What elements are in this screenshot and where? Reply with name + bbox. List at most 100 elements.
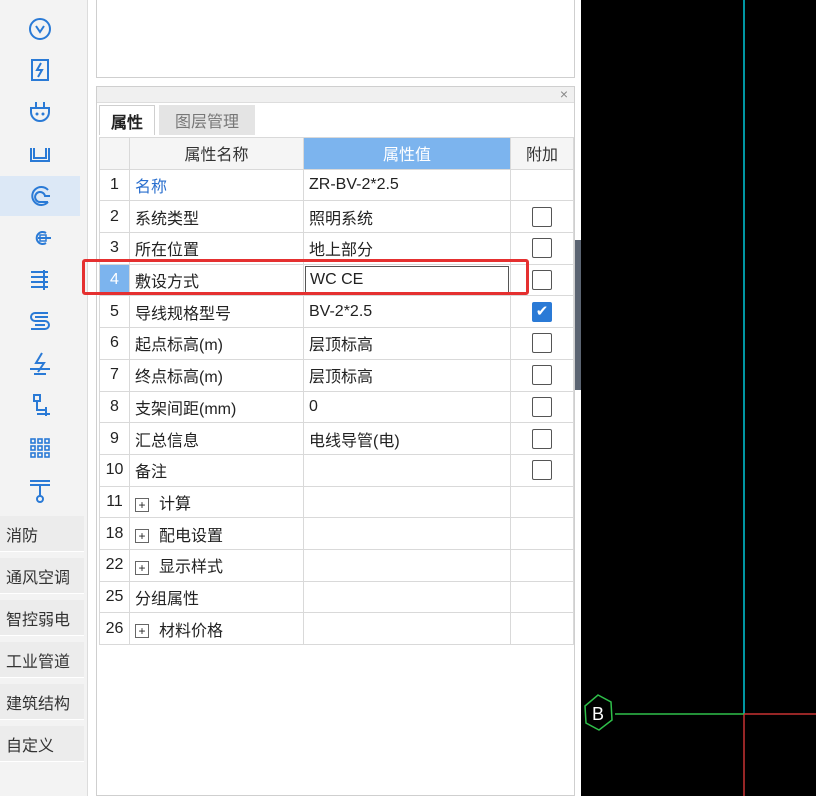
- property-name: 系统类型: [135, 210, 200, 228]
- property-value-cell[interactable]: 照明系统: [303, 200, 511, 234]
- property-value-cell[interactable]: 层顶标高: [303, 327, 511, 360]
- property-name-cell[interactable]: 系统类型: [129, 200, 304, 234]
- property-value-cell[interactable]: [303, 485, 511, 519]
- category-hvac[interactable]: 通风空调: [0, 558, 84, 594]
- property-table: 属性名称 属性值 附加 1 名称 ZR-BV-2*2.5 2 系统类型 照明系统 3 所在位置…: [99, 137, 574, 645]
- attach-cell: [510, 548, 574, 582]
- attach-checkbox[interactable]: [532, 333, 552, 354]
- property-value-cell[interactable]: 层顶标高: [303, 358, 511, 392]
- table-row[interactable]: 26 + 材料价格: [99, 612, 574, 645]
- property-name-cell[interactable]: + 计算: [129, 485, 304, 519]
- property-name: 材料价格: [159, 622, 224, 640]
- expand-icon[interactable]: +: [135, 497, 149, 512]
- attach-checkbox[interactable]: [532, 365, 552, 386]
- upper-empty-panel: [96, 0, 575, 78]
- property-name-cell[interactable]: 支架间距(mm): [129, 390, 304, 424]
- attach-cell: [510, 327, 574, 360]
- tray-icon[interactable]: [0, 134, 80, 174]
- property-value-cell[interactable]: [303, 548, 511, 582]
- cad-canvas[interactable]: B: [581, 0, 816, 796]
- wire-icon[interactable]: [0, 176, 80, 216]
- attach-cell: [510, 390, 574, 424]
- attach-checkbox[interactable]: [532, 460, 552, 481]
- property-value: 地上部分: [309, 242, 374, 260]
- category-fire[interactable]: 消防: [0, 516, 84, 552]
- category-low-voltage[interactable]: 智控弱电: [0, 600, 84, 636]
- conduit-icon[interactable]: [0, 218, 80, 258]
- busbar-icon[interactable]: [0, 260, 80, 300]
- expand-icon[interactable]: +: [135, 529, 149, 544]
- property-value-cell[interactable]: [303, 580, 511, 614]
- property-name-cell[interactable]: 分组属性: [129, 580, 304, 614]
- table-row[interactable]: 10 备注: [99, 453, 574, 487]
- expand-icon[interactable]: +: [135, 624, 149, 639]
- attach-checkbox[interactable]: [532, 396, 552, 417]
- property-value-cell[interactable]: 0: [303, 390, 511, 424]
- attach-checkbox[interactable]: [532, 238, 552, 259]
- table-row[interactable]: 18 + 配电设置: [99, 517, 574, 550]
- header-index: [99, 137, 130, 170]
- header-property-name[interactable]: 属性名称: [129, 137, 304, 170]
- property-value: 层顶标高: [309, 337, 374, 355]
- property-name-cell[interactable]: 导线规格型号: [129, 295, 304, 329]
- expand-icon[interactable]: +: [135, 561, 149, 576]
- table-row[interactable]: 1 名称 ZR-BV-2*2.5: [99, 168, 574, 202]
- table-row[interactable]: 2 系统类型 照明系统: [99, 200, 574, 234]
- property-name-cell[interactable]: + 材料价格: [129, 612, 304, 645]
- table-row[interactable]: 7 终点标高(m) 层顶标高: [99, 358, 574, 392]
- header-property-value[interactable]: 属性值: [303, 137, 511, 170]
- grounding-icon[interactable]: [0, 344, 80, 384]
- property-value: 照明系统: [309, 210, 374, 228]
- row-index: 10: [99, 453, 130, 487]
- row-index: 26: [99, 612, 130, 645]
- plug-icon[interactable]: [0, 92, 80, 132]
- tab-properties[interactable]: 属性: [99, 105, 155, 135]
- attach-cell: ✔: [510, 295, 574, 329]
- property-name-cell[interactable]: + 配电设置: [129, 517, 304, 550]
- grid-icon[interactable]: [0, 428, 80, 468]
- coil-icon[interactable]: [0, 302, 80, 342]
- attach-checkbox[interactable]: [532, 270, 552, 291]
- left-toolbar: 消防 通风空调 智控弱电 工业管道 建筑结构 自定义: [0, 0, 88, 796]
- socket-icon[interactable]: [0, 9, 80, 49]
- property-value-cell[interactable]: [303, 517, 511, 550]
- property-name-cell[interactable]: 起点标高(m): [129, 327, 304, 360]
- property-value-cell[interactable]: ZR-BV-2*2.5: [303, 168, 511, 202]
- property-name-cell[interactable]: 名称: [129, 168, 304, 202]
- table-row[interactable]: 5 导线规格型号 BV-2*2.5 ✔: [99, 295, 574, 329]
- table-row[interactable]: 8 支架间距(mm) 0: [99, 390, 574, 424]
- property-name: 导线规格型号: [135, 305, 232, 323]
- property-name: 汇总信息: [135, 432, 200, 450]
- pipe-icon[interactable]: [0, 386, 80, 426]
- category-custom[interactable]: 自定义: [0, 726, 84, 762]
- attach-checkbox[interactable]: [532, 206, 552, 227]
- panel-titlebar: ×: [97, 86, 574, 103]
- property-panel: × 属性 图层管理 属性名称 属性值 附加 1 名称 ZR-BV-2*2.5 2 系统类…: [96, 86, 575, 796]
- table-row[interactable]: 9 汇总信息 电线导管(电): [99, 422, 574, 455]
- table-row[interactable]: 25 分组属性: [99, 580, 574, 614]
- row-index: 25: [99, 580, 130, 614]
- table-row[interactable]: 11 + 计算: [99, 485, 574, 519]
- property-name: 分组属性: [135, 590, 200, 608]
- attach-checkbox[interactable]: [532, 428, 552, 449]
- property-value-cell[interactable]: [303, 453, 511, 487]
- attach-cell: [510, 200, 574, 234]
- distribution-box-icon[interactable]: [0, 50, 80, 90]
- category-industrial-pipe[interactable]: 工业管道: [0, 642, 84, 678]
- property-name-cell[interactable]: 汇总信息: [129, 422, 304, 455]
- tab-layer-management[interactable]: 图层管理: [159, 105, 255, 135]
- close-icon[interactable]: ×: [560, 86, 568, 102]
- property-value-cell[interactable]: BV-2*2.5: [303, 295, 511, 329]
- property-value-cell[interactable]: [303, 612, 511, 645]
- property-name-cell[interactable]: 备注: [129, 453, 304, 487]
- header-attach[interactable]: 附加: [510, 137, 574, 170]
- table-row[interactable]: 6 起点标高(m) 层顶标高: [99, 327, 574, 360]
- property-name-cell[interactable]: + 显示样式: [129, 548, 304, 582]
- table-row[interactable]: 22 + 显示样式: [99, 548, 574, 582]
- property-value-cell[interactable]: 电线导管(电): [303, 422, 511, 455]
- tee-icon[interactable]: [0, 470, 80, 510]
- property-name-cell[interactable]: 终点标高(m): [129, 358, 304, 392]
- row-index: 8: [99, 390, 130, 424]
- attach-checkbox[interactable]: ✔: [532, 301, 552, 322]
- category-structure[interactable]: 建筑结构: [0, 684, 84, 720]
